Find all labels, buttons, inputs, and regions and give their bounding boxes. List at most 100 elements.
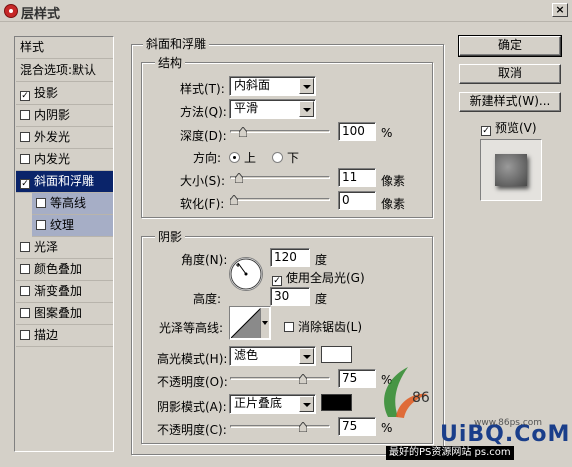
stroke-checkbox[interactable]: [20, 330, 30, 340]
slider-track: [230, 176, 330, 179]
slider-thumb[interactable]: [230, 195, 238, 205]
direction-up-radio[interactable]: [229, 152, 240, 163]
soften-input[interactable]: 0: [338, 191, 376, 210]
slider-thumb[interactable]: [299, 374, 307, 384]
altitude-input[interactable]: 30: [270, 287, 310, 306]
method-select[interactable]: 平滑: [229, 99, 316, 119]
bevel-emboss-checkbox[interactable]: ✓: [20, 179, 30, 189]
preview-option[interactable]: ✓ 预览(V): [481, 119, 537, 136]
slider-thumb[interactable]: [239, 127, 247, 137]
soften-slider[interactable]: [230, 195, 330, 205]
gloss-contour-picker[interactable]: [229, 306, 271, 340]
style-select-value: 内斜面: [234, 78, 271, 92]
style-item-label: 纹理: [50, 218, 75, 232]
slider-thumb[interactable]: [235, 173, 243, 183]
inner-shadow-checkbox[interactable]: [20, 110, 30, 120]
watermark-brand: UiBQ.CoM: [440, 422, 571, 447]
direction-down-option[interactable]: 下: [272, 149, 299, 166]
chevron-down-icon[interactable]: [299, 78, 314, 94]
depth-slider[interactable]: [230, 127, 330, 137]
highlight-opacity-label: 不透明度(O):: [157, 375, 228, 389]
window-title: 层样式: [21, 7, 61, 22]
app-icon: [4, 4, 18, 18]
highlight-opacity-slider[interactable]: [230, 374, 330, 384]
style-item-inner-glow[interactable]: 内发光: [16, 149, 113, 171]
style-item-label: 内发光: [34, 152, 71, 166]
style-item-bevel-emboss[interactable]: ✓ 斜面和浮雕: [16, 171, 113, 193]
structure-title: 结构: [155, 54, 186, 71]
slider-thumb[interactable]: [299, 422, 307, 432]
style-label: 样式(T):: [180, 82, 225, 96]
style-select[interactable]: 内斜面: [229, 76, 316, 96]
style-item-color-overlay[interactable]: 颜色叠加: [16, 259, 113, 281]
angle-label: 角度(N):: [181, 253, 228, 267]
highlight-mode-select[interactable]: 滤色: [229, 346, 316, 366]
ok-button[interactable]: 确定: [458, 35, 562, 57]
preview-square: [495, 154, 527, 186]
style-preview-thumbnail: [480, 139, 542, 201]
highlight-opacity-unit: %: [381, 373, 393, 387]
blend-options-item[interactable]: 混合选项:默认: [16, 60, 113, 82]
highlight-mode-label: 高光模式(H):: [157, 352, 228, 366]
shadow-opacity-label: 不透明度(C):: [157, 423, 227, 437]
angle-input[interactable]: 120: [270, 248, 310, 267]
contour-checkbox[interactable]: [36, 198, 46, 208]
shadow-mode-select[interactable]: 正片叠底: [229, 394, 316, 414]
chevron-down-icon[interactable]: [299, 101, 314, 117]
style-item-drop-shadow[interactable]: ✓ 投影: [16, 83, 113, 105]
direction-down-radio[interactable]: [272, 152, 283, 163]
direction-up-label: 上: [244, 151, 257, 165]
angle-dial[interactable]: [228, 256, 264, 292]
soften-label: 软化(F):: [180, 197, 225, 211]
depth-label: 深度(D):: [180, 129, 227, 143]
anti-aliased-checkbox[interactable]: [284, 322, 294, 332]
style-item-inner-shadow[interactable]: 内阴影: [16, 105, 113, 127]
depth-input[interactable]: 100: [338, 122, 376, 141]
chevron-down-icon[interactable]: [299, 396, 314, 412]
highlight-opacity-input[interactable]: 75: [338, 369, 376, 388]
watermark-url: www.86ps.com: [474, 418, 543, 428]
angle-dial-graphic[interactable]: [228, 256, 264, 292]
chevron-down-icon[interactable]: [299, 348, 314, 364]
gradient-overlay-checkbox[interactable]: [20, 286, 30, 296]
size-slider[interactable]: [230, 173, 330, 183]
pattern-overlay-checkbox[interactable]: [20, 308, 30, 318]
highlight-mode-value: 滤色: [234, 348, 259, 362]
style-item-satin[interactable]: 光泽: [16, 237, 113, 259]
direction-up-option[interactable]: 上: [229, 149, 256, 166]
texture-checkbox[interactable]: [36, 220, 46, 230]
style-item-outer-glow[interactable]: 外发光: [16, 127, 113, 149]
drop-shadow-checkbox[interactable]: ✓: [20, 91, 30, 101]
shadow-color-swatch[interactable]: [321, 394, 352, 411]
highlight-color-swatch[interactable]: [321, 346, 352, 363]
preview-checkbox[interactable]: ✓: [481, 126, 491, 136]
color-overlay-checkbox[interactable]: [20, 264, 30, 274]
global-light-option[interactable]: ✓ 使用全局光(G): [272, 269, 365, 286]
style-item-label: 渐变叠加: [34, 284, 83, 298]
shadow-opacity-unit: %: [381, 421, 393, 435]
close-button[interactable]: ×: [552, 3, 568, 17]
anti-aliased-option[interactable]: 消除锯齿(L): [284, 318, 362, 335]
style-item-contour[interactable]: 等高线: [32, 193, 113, 215]
style-item-texture[interactable]: 纹理: [32, 215, 113, 237]
style-item-pattern-overlay[interactable]: 图案叠加: [16, 303, 113, 325]
size-input[interactable]: 11: [338, 168, 376, 187]
inner-glow-checkbox[interactable]: [20, 154, 30, 164]
global-light-label: 使用全局光(G): [286, 271, 365, 285]
depth-unit: %: [381, 126, 393, 140]
shadow-opacity-input[interactable]: 75: [338, 417, 376, 436]
global-light-checkbox[interactable]: ✓: [272, 276, 282, 286]
cancel-button[interactable]: 取消: [459, 64, 561, 84]
shadow-opacity-slider[interactable]: [230, 422, 330, 432]
style-item-label: 光泽: [34, 240, 59, 254]
satin-checkbox[interactable]: [20, 242, 30, 252]
style-item-label: 等高线: [50, 196, 87, 210]
style-item-gradient-overlay[interactable]: 渐变叠加: [16, 281, 113, 303]
styles-header[interactable]: 样式: [16, 37, 113, 59]
style-item-label: 外发光: [34, 130, 71, 144]
chevron-down-icon[interactable]: [260, 308, 269, 338]
style-item-stroke[interactable]: 描边: [16, 325, 113, 347]
outer-glow-checkbox[interactable]: [20, 132, 30, 142]
shading-title: 阴影: [155, 228, 186, 245]
new-style-button[interactable]: 新建样式(W)...: [459, 92, 561, 112]
